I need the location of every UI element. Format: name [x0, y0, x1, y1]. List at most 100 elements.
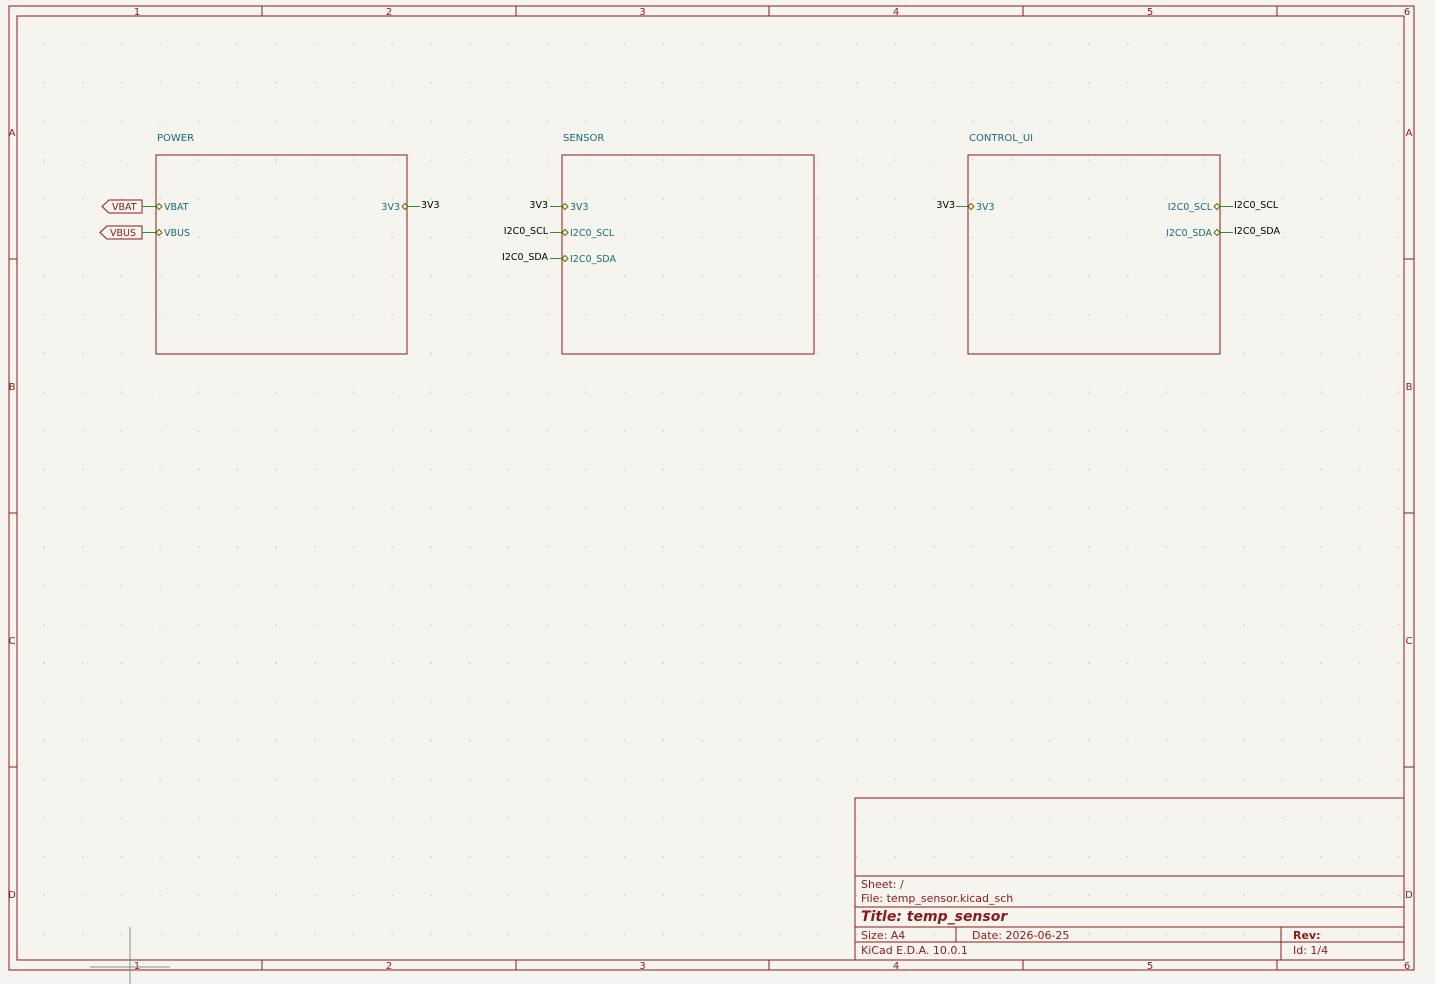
grid-dot: [1088, 468, 1090, 471]
schematic-canvas[interactable]: 112233445566AABBCCDD POWER VBAT VBAT VBU…: [0, 0, 1435, 984]
grid-dot: [662, 546, 664, 548]
grid-dot: [159, 855, 161, 858]
grid-dot: [1397, 623, 1400, 626]
grid-dot: [352, 468, 355, 471]
grid-dot: [1281, 894, 1284, 897]
grid-dot: [1165, 468, 1168, 471]
grid-dot: [43, 120, 45, 123]
grid-dot: [739, 507, 742, 510]
grid-dot: [43, 855, 45, 858]
net-label-sensor-scl[interactable]: I2C0_SCL: [504, 226, 549, 237]
grid-dot: [701, 817, 703, 819]
grid-dot: [1281, 391, 1284, 394]
net-label-control-sda[interactable]: I2C0_SDA: [1234, 226, 1280, 237]
grid-dot: [739, 198, 742, 200]
grid-dot: [662, 236, 664, 239]
grid-dot: [546, 43, 548, 45]
grid-dot: [739, 275, 742, 278]
grid-dot: [468, 352, 471, 355]
net-label-sensor-3v3[interactable]: 3V3: [529, 200, 548, 211]
ruler-row-label-right: A: [1406, 128, 1413, 139]
grid-dot: [1204, 81, 1206, 84]
grid-dot: [159, 585, 161, 587]
grid-dot: [1242, 817, 1245, 819]
grid-dot: [275, 43, 278, 45]
grid-dot: [430, 855, 432, 858]
grid-dot: [236, 391, 239, 394]
grid-dot: [391, 275, 394, 278]
grid-dot: [933, 314, 935, 316]
grid-dot: [120, 507, 123, 510]
grid-dot: [933, 352, 935, 355]
grid-dot: [430, 159, 432, 161]
grid-dot: [585, 701, 587, 703]
grid-dot: [275, 120, 278, 123]
grid-dot: [1242, 352, 1245, 355]
grid-dot: [468, 662, 471, 664]
grid-dot: [1126, 507, 1129, 510]
grid-dot: [1088, 507, 1090, 510]
grid-dot: [972, 507, 974, 510]
grid-dot: [1320, 43, 1322, 45]
grid-dot: [314, 236, 316, 239]
grid-dot: [662, 507, 664, 510]
grid-dot: [778, 198, 781, 200]
grid-dot: [1320, 507, 1322, 510]
grid-dot: [198, 662, 200, 664]
grid-dot: [1088, 623, 1090, 626]
grid-dot: [585, 430, 587, 432]
grid-dot: [817, 739, 819, 742]
grid-dot: [391, 120, 394, 123]
grid-dot: [275, 546, 278, 548]
grid-dot: [1242, 623, 1245, 626]
grid-dot: [275, 817, 278, 819]
grid-dot: [198, 81, 200, 84]
grid-dot: [507, 120, 510, 123]
grid-dot: [1010, 701, 1013, 703]
grid-dot: [391, 855, 394, 858]
grid-dot: [778, 701, 781, 703]
grid-dot: [468, 778, 471, 781]
grid-dot: [507, 275, 510, 278]
grid-dot: [662, 120, 664, 123]
grid-dot: [855, 739, 858, 742]
grid-dot: [1320, 391, 1322, 394]
grid-dot: [894, 43, 897, 45]
grid-dot: [1165, 43, 1168, 45]
grid-dot: [120, 701, 123, 703]
grid-dot: [1126, 81, 1129, 84]
grid-dot: [1359, 314, 1361, 316]
title-block-size: Size: A4: [861, 929, 905, 942]
net-label-control-3v3[interactable]: 3V3: [936, 200, 955, 211]
grid-dot: [120, 855, 123, 858]
grid-dot: [314, 933, 316, 935]
grid-dot: [1242, 43, 1245, 45]
grid-dot: [546, 352, 548, 355]
grid-dot: [1204, 855, 1206, 858]
grid-dot: [159, 236, 161, 239]
grid-dot: [352, 855, 355, 858]
grid-dot: [662, 817, 664, 819]
grid-dot: [159, 314, 161, 316]
grid-dot: [1088, 701, 1090, 703]
net-label-power-3v3[interactable]: 3V3: [421, 200, 440, 211]
net-label-control-scl[interactable]: I2C0_SCL: [1234, 200, 1279, 211]
grid-dot: [1359, 585, 1361, 587]
grid-dot: [817, 430, 819, 432]
sheet-name-sensor: SENSOR: [563, 133, 604, 144]
grid-dot: [739, 855, 742, 858]
grid-dot: [1126, 623, 1129, 626]
sheet-pin-sensor-scl: I2C0_SCL: [570, 228, 615, 239]
net-label-sensor-sda[interactable]: I2C0_SDA: [502, 252, 548, 263]
grid-dot: [1359, 855, 1361, 858]
grid-dot: [933, 468, 935, 471]
grid-dot: [352, 662, 355, 664]
grid-dot: [546, 275, 548, 278]
grid-dot: [1049, 43, 1051, 45]
ruler-col-label-bottom: 2: [386, 961, 392, 972]
grid-dot: [894, 314, 897, 316]
grid-dot: [352, 817, 355, 819]
grid-dot: [391, 546, 394, 548]
grid-dot: [120, 352, 123, 355]
grid-dot: [662, 430, 664, 432]
